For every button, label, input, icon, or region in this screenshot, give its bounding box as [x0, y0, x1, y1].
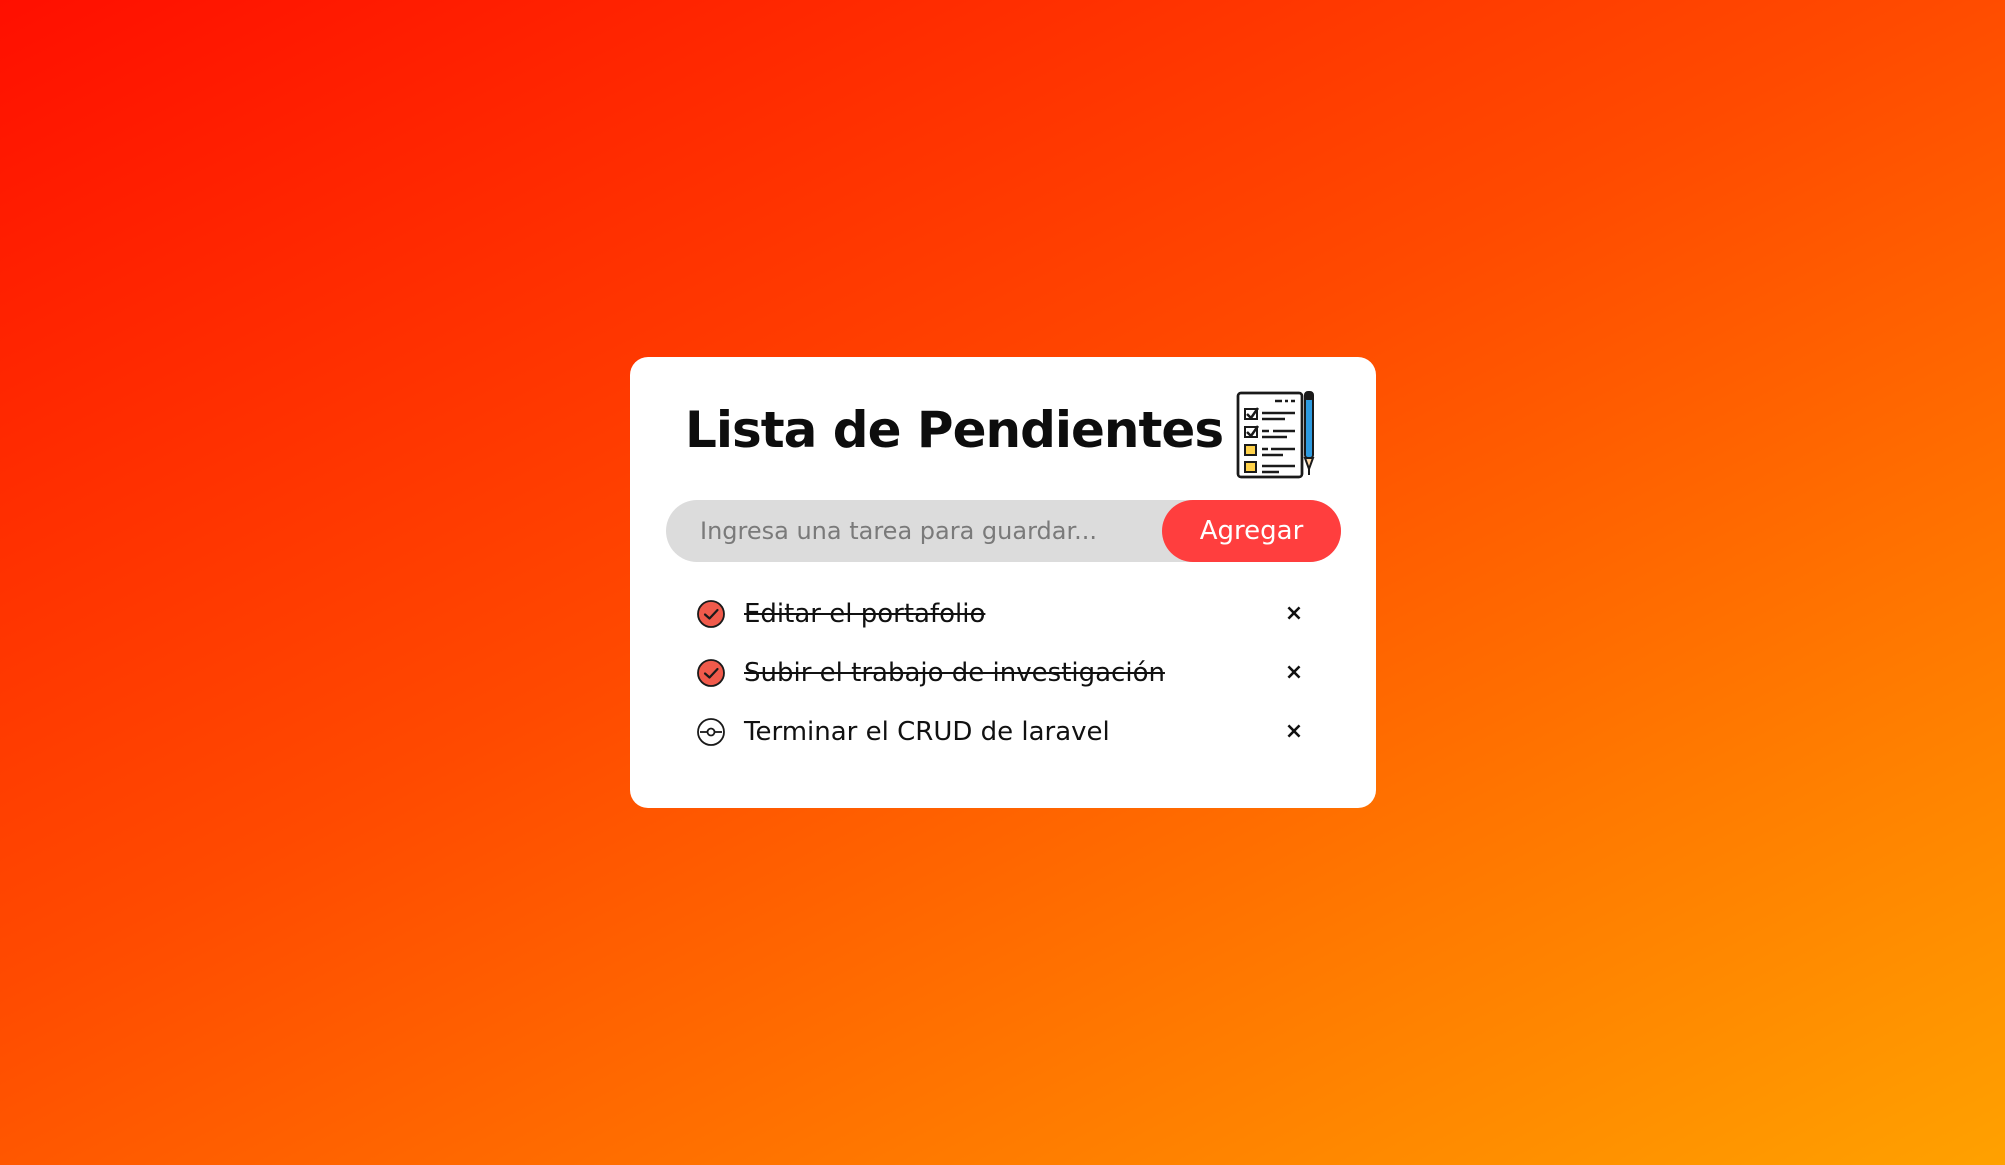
task-text[interactable]: Editar el portafolio — [744, 599, 985, 629]
unchecked-icon[interactable] — [696, 717, 726, 747]
task-item: Terminar el CRUD de laravel × — [696, 702, 1306, 761]
delete-icon[interactable]: × — [1282, 719, 1306, 744]
task-item: Subir el trabajo de investigación × — [696, 643, 1306, 702]
task-text[interactable]: Subir el trabajo de investigación — [744, 658, 1165, 688]
task-input[interactable] — [666, 500, 1162, 562]
checked-icon[interactable] — [696, 599, 726, 629]
add-button[interactable]: Agregar — [1162, 500, 1341, 562]
task-text[interactable]: Terminar el CRUD de laravel — [744, 717, 1110, 747]
todo-card: Lista de Pendientes Agregar — [630, 357, 1376, 808]
delete-icon[interactable]: × — [1282, 601, 1306, 626]
checklist-clipboard-icon — [1236, 391, 1315, 479]
add-task-form: Agregar — [666, 500, 1341, 562]
page-title: Lista de Pendientes — [685, 401, 1224, 459]
delete-icon[interactable]: × — [1282, 660, 1306, 685]
task-list: Editar el portafolio × Subir el trabajo … — [696, 584, 1306, 761]
task-item: Editar el portafolio × — [696, 584, 1306, 643]
checked-icon[interactable] — [696, 658, 726, 688]
